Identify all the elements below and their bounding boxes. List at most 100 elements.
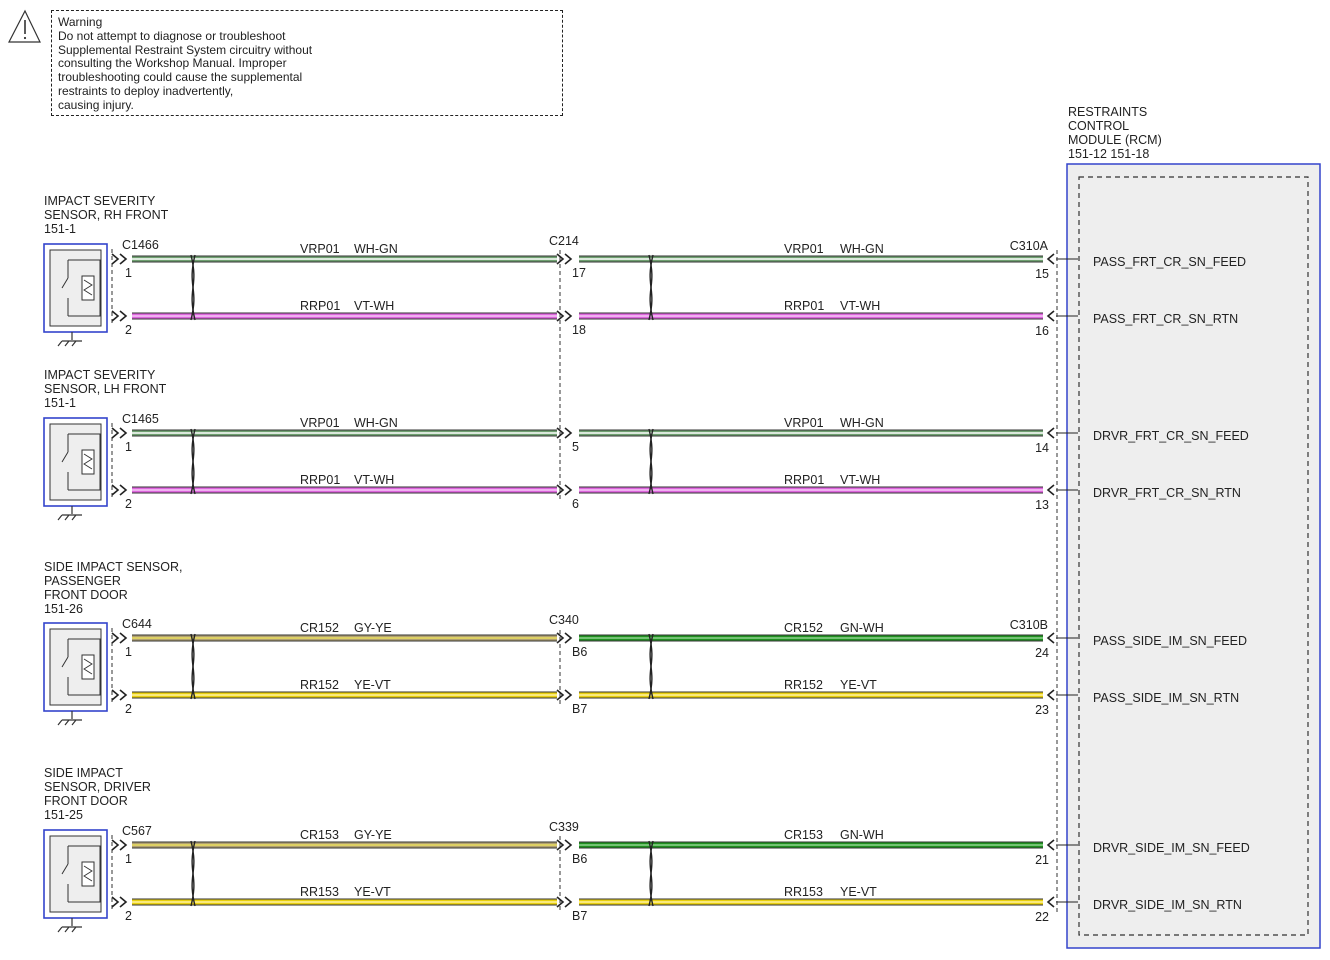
inline-pin-label: B7 bbox=[572, 909, 587, 923]
module-connector-label: C310B bbox=[1010, 618, 1048, 632]
warning-text: Warning Do not attempt to diagnose or tr… bbox=[58, 15, 358, 113]
wire-color-label: VT-WH bbox=[354, 473, 394, 487]
circuit-label: VRP01 bbox=[300, 416, 340, 430]
rcm-module-refs: 151-12 151-18 bbox=[1068, 147, 1149, 161]
module-pin-arrow bbox=[1046, 310, 1055, 322]
twisted-pair-marker bbox=[190, 428, 196, 495]
module-pin-label: 22 bbox=[1035, 910, 1049, 924]
pin-arrow bbox=[119, 632, 128, 644]
sensor-pin-label: 1 bbox=[125, 852, 132, 866]
pin-arrow bbox=[111, 484, 120, 496]
pin-arrow bbox=[111, 253, 120, 265]
circuit-label: CR152 bbox=[300, 621, 339, 635]
rcm-module-title: MODULE (RCM) bbox=[1068, 133, 1162, 147]
pin-arrow bbox=[119, 839, 128, 851]
module-pin-label: 21 bbox=[1035, 853, 1049, 867]
warning-line: causing injury. bbox=[58, 97, 134, 112]
circuit-label: RRP01 bbox=[300, 473, 340, 487]
inline-pin-label: B6 bbox=[572, 645, 587, 659]
twisted-pair-marker bbox=[648, 840, 654, 907]
circuit-label: VRP01 bbox=[300, 242, 340, 256]
signal-name: PASS_SIDE_IM_SN_RTN bbox=[1093, 691, 1239, 705]
circuit-label: CR152 bbox=[784, 621, 823, 635]
inline-pin-label: 6 bbox=[572, 497, 579, 511]
module-pin-label: 13 bbox=[1035, 498, 1049, 512]
signal-name: DRVR_FRT_CR_SN_FEED bbox=[1093, 429, 1249, 443]
sensor-connector-label: C1465 bbox=[122, 412, 159, 426]
sensor-ref: 151-1 bbox=[44, 396, 76, 410]
twisted-pair-marker bbox=[190, 633, 196, 700]
ground-icon bbox=[57, 918, 82, 933]
sensor-pin-label: 2 bbox=[125, 702, 132, 716]
signal-name: DRVR_FRT_CR_SN_RTN bbox=[1093, 486, 1241, 500]
module-pin-arrow bbox=[1046, 896, 1055, 908]
warning-line: Do not attempt to diagnose or troublesho… bbox=[58, 28, 286, 43]
circuit-label: RRP01 bbox=[784, 473, 824, 487]
circuit-label: VRP01 bbox=[784, 416, 824, 430]
pin-arrow bbox=[119, 484, 128, 496]
wire-color-label: GY-YE bbox=[354, 621, 392, 635]
circuit-label: RRP01 bbox=[784, 299, 824, 313]
warning-line: consulting the Workshop Manual. Improper bbox=[58, 56, 287, 71]
sensor-name: FRONT DOOR bbox=[44, 588, 128, 602]
circuit-label: RR152 bbox=[300, 678, 339, 692]
module-connector-label: C310A bbox=[1010, 239, 1049, 253]
wiring-diagram: RESTRAINTS CONTROL MODULE (RCM) 151-12 151-… bbox=[0, 0, 1330, 960]
sensor-connector-label: C644 bbox=[122, 617, 152, 631]
wire-color-label: WH-GN bbox=[354, 242, 398, 256]
wire-color-label: VT-WH bbox=[354, 299, 394, 313]
warning-line: restraints to deploy inadvertently, bbox=[58, 83, 234, 98]
wire-color-label: GN-WH bbox=[840, 828, 884, 842]
pin-arrow bbox=[111, 632, 120, 644]
sensor-pin-label: 2 bbox=[125, 323, 132, 337]
signal-name: DRVR_SIDE_IM_SN_RTN bbox=[1093, 898, 1242, 912]
pin-arrow bbox=[119, 689, 128, 701]
inline-pin-label: B7 bbox=[572, 702, 587, 716]
sensor-ref: 151-1 bbox=[44, 222, 76, 236]
sensor-name: IMPACT SEVERITY bbox=[44, 194, 156, 208]
pin-arrow bbox=[119, 310, 128, 322]
circuit-label: CR153 bbox=[300, 828, 339, 842]
inline-arrow bbox=[564, 427, 573, 439]
ground-icon bbox=[57, 506, 82, 521]
inline-pin-label: 17 bbox=[572, 266, 586, 280]
pin-arrow bbox=[111, 689, 120, 701]
inline-arrow bbox=[564, 310, 573, 322]
module-pin-arrow bbox=[1046, 689, 1055, 701]
sensor-name: PASSENGER bbox=[44, 574, 121, 588]
inline-pin-label: B6 bbox=[572, 852, 587, 866]
circuit-label: RR153 bbox=[300, 885, 339, 899]
pin-arrow bbox=[119, 896, 128, 908]
twisted-pair-marker bbox=[648, 254, 654, 321]
inline-pin-label: 5 bbox=[572, 440, 579, 454]
inline-arrow bbox=[564, 689, 573, 701]
circuit-label: VRP01 bbox=[784, 242, 824, 256]
pin-arrow bbox=[111, 839, 120, 851]
sensor-name: SIDE IMPACT SENSOR, bbox=[44, 560, 182, 574]
wire-color-label: VT-WH bbox=[840, 299, 880, 313]
sensor-pin-label: 1 bbox=[125, 645, 132, 659]
circuit-label: RRP01 bbox=[300, 299, 340, 313]
sensor-name: SENSOR, RH FRONT bbox=[44, 208, 169, 222]
circuit-label: CR153 bbox=[784, 828, 823, 842]
inline-arrow bbox=[564, 632, 573, 644]
module-pin-arrow bbox=[1046, 253, 1055, 265]
sensor-ref: 151-26 bbox=[44, 602, 83, 616]
inline-arrow bbox=[564, 484, 573, 496]
wire-color-label: YE-VT bbox=[354, 678, 391, 692]
warning-line: troubleshooting could cause the suppleme… bbox=[58, 70, 303, 85]
sensor-ref: 151-25 bbox=[44, 808, 83, 822]
inline-connector-label: C214 bbox=[549, 234, 579, 248]
sensor-name: FRONT DOOR bbox=[44, 794, 128, 808]
twisted-pair-marker bbox=[648, 428, 654, 495]
sensor-connector-label: C1466 bbox=[122, 238, 159, 252]
module-pin-label: 14 bbox=[1035, 441, 1049, 455]
sensor-pin-label: 1 bbox=[125, 440, 132, 454]
module-pin-arrow bbox=[1046, 839, 1055, 851]
module-pin-arrow bbox=[1046, 484, 1055, 496]
wire-color-label: WH-GN bbox=[354, 416, 398, 430]
signal-name: PASS_FRT_CR_SN_RTN bbox=[1093, 312, 1238, 326]
wire-color-label: WH-GN bbox=[840, 416, 884, 430]
warning-heading: Warning bbox=[58, 15, 103, 29]
twisted-pair-marker bbox=[648, 633, 654, 700]
